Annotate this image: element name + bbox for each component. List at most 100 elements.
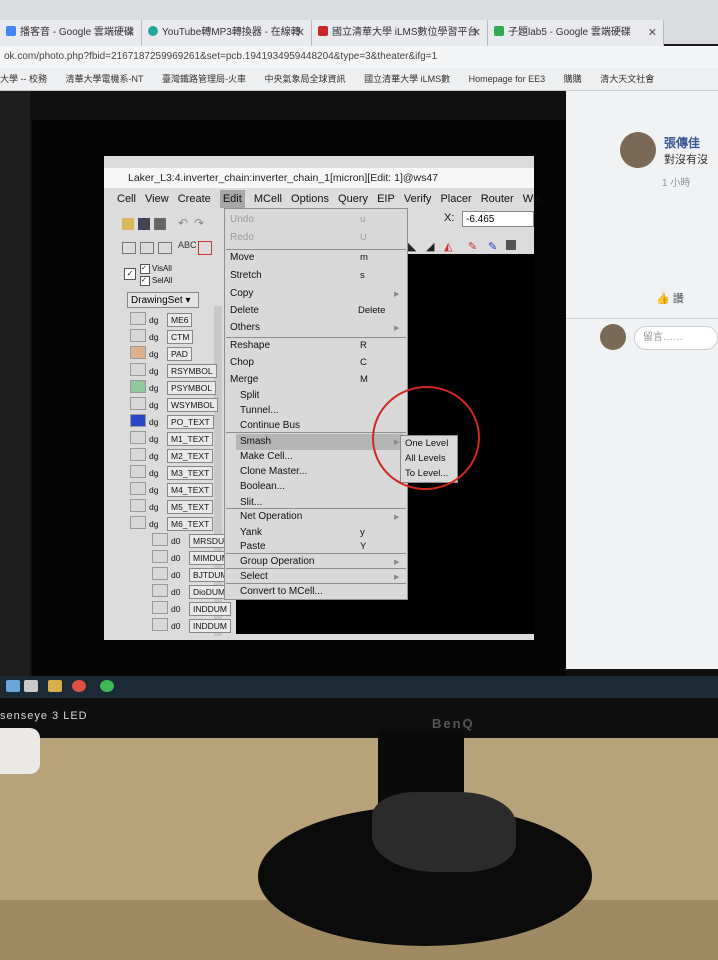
edit-menu-item[interactable]: Clone Master...: [240, 466, 307, 477]
close-tab-icon[interactable]: ✕: [296, 20, 305, 46]
menu-placer[interactable]: Placer: [440, 190, 471, 208]
layer-swatch[interactable]: [130, 448, 146, 461]
bookmark[interactable]: 清華大學電機系-NT: [66, 74, 144, 84]
layer-row[interactable]: d0 INDDUM: [152, 618, 231, 633]
path-icon[interactable]: [158, 242, 172, 254]
ruler-icon[interactable]: ◣: [408, 240, 416, 253]
comment-input[interactable]: 留言……: [634, 326, 718, 350]
edit-menu-item[interactable]: Move: [230, 252, 254, 263]
layer-swatch[interactable]: [152, 550, 168, 563]
post-time[interactable]: 1 小時: [662, 174, 690, 189]
layer-row[interactable]: dg M3_TEXT: [130, 465, 214, 480]
edit-menu-item[interactable]: Tunnel...: [240, 405, 279, 416]
layer-swatch[interactable]: [152, 533, 168, 546]
print-icon[interactable]: [154, 218, 166, 230]
layer-row[interactable]: dg M6_TEXT: [130, 516, 214, 531]
menu-verify[interactable]: Verify: [404, 190, 432, 208]
layer-row[interactable]: dg ME6: [130, 312, 193, 327]
edit-menu-item[interactable]: Boolean...: [240, 481, 285, 492]
menu-cell[interactable]: Cell: [117, 190, 136, 208]
layer-row[interactable]: dg RSYMBOL: [130, 363, 217, 378]
menu-edit[interactable]: Edit: [219, 190, 245, 208]
layer-swatch[interactable]: [130, 346, 146, 359]
close-tab-icon[interactable]: ✕: [648, 20, 657, 46]
layer-row[interactable]: dg PO_TEXT: [130, 414, 214, 429]
edit-menu-item[interactable]: Redo: [230, 232, 254, 243]
mirror-icon[interactable]: ◭: [444, 240, 452, 253]
open-icon[interactable]: [122, 218, 134, 230]
layer-swatch[interactable]: [130, 431, 146, 444]
layer-swatch[interactable]: [130, 482, 146, 495]
edit-menu-item[interactable]: Copy: [230, 288, 253, 299]
instance-icon[interactable]: [198, 241, 212, 255]
poster-avatar[interactable]: [620, 132, 656, 168]
polygon-icon[interactable]: [140, 242, 154, 254]
layer-row[interactable]: d0 INDDUM: [152, 601, 231, 616]
layer-row[interactable]: dg CTM: [130, 329, 194, 344]
layer-swatch[interactable]: [152, 567, 168, 580]
menu-router[interactable]: Router: [481, 190, 514, 208]
layer-swatch[interactable]: [130, 363, 146, 376]
layer-swatch[interactable]: [130, 397, 146, 410]
edit-menu-item[interactable]: Slit...: [240, 497, 262, 508]
layer-row[interactable]: d0 MRSDUM: [152, 533, 236, 548]
menu-query[interactable]: Query: [338, 190, 368, 208]
layer-swatch[interactable]: [152, 584, 168, 597]
edit-menu-item[interactable]: Delete: [230, 305, 259, 316]
chrome-icon[interactable]: [72, 680, 86, 692]
address-bar[interactable]: ok.com/photo.php?fbid=2167187259969261&s…: [0, 46, 718, 68]
bookmark[interactable]: 大學 -- 校務: [0, 74, 47, 84]
menu-win[interactable]: Win: [523, 190, 542, 208]
like-button[interactable]: 👍 讚: [656, 290, 684, 306]
redo-icon[interactable]: ↷: [194, 216, 204, 230]
edit-menu-item[interactable]: Make Cell...: [240, 451, 293, 462]
bookmark[interactable]: 國立清華大學 iLMS數: [364, 74, 450, 84]
browser-tab[interactable]: 國立清華大學 iLMS數位學習平台 ✕: [312, 20, 488, 46]
checkbox-icon[interactable]: ✓: [140, 276, 150, 286]
bookmark[interactable]: 清大天文社會: [600, 74, 654, 84]
poster-name[interactable]: 張傳佳: [664, 134, 700, 151]
highlight-icon[interactable]: ✎: [488, 240, 497, 253]
bookmark[interactable]: 中央氣象局全球資訊: [265, 74, 346, 84]
menu-view[interactable]: View: [145, 190, 169, 208]
edit-menu-item[interactable]: Convert to MCell...: [240, 586, 323, 597]
layer-row[interactable]: d0 BJTDUM: [152, 567, 232, 582]
layer-row[interactable]: dg M5_TEXT: [130, 499, 214, 514]
checkbox-icon[interactable]: ✓: [140, 264, 150, 274]
visall-checkbox[interactable]: ✓: [124, 268, 136, 280]
edit-menu-item[interactable]: Chop: [230, 357, 254, 368]
new-tab-button[interactable]: [674, 20, 704, 44]
bookmark[interactable]: Homepage for EE3: [469, 74, 546, 84]
layer-swatch[interactable]: [130, 499, 146, 512]
browser-tab[interactable]: 播客音 - Google 雲端硬碟 ✕: [0, 20, 142, 46]
edit-menu-item[interactable]: Continue Bus: [240, 420, 300, 431]
save-icon[interactable]: [138, 218, 150, 230]
layer-row[interactable]: dg M4_TEXT: [130, 482, 214, 497]
layer-row[interactable]: dg PSYMBOL: [130, 380, 217, 395]
menu-eip[interactable]: EIP: [377, 190, 395, 208]
rectangle-icon[interactable]: [122, 242, 136, 254]
layer-row[interactable]: d0 DioDUM: [152, 584, 230, 599]
layer-swatch[interactable]: [152, 618, 168, 631]
start-icon[interactable]: [6, 680, 20, 692]
edit-menu-item[interactable]: Merge: [230, 374, 258, 385]
layer-row[interactable]: dg WSYMBOL: [130, 397, 219, 412]
layer-swatch[interactable]: [130, 516, 146, 529]
layer-swatch[interactable]: [130, 312, 146, 325]
edit-menu-item[interactable]: Reshape: [230, 340, 270, 351]
layer-row[interactable]: dg M1_TEXT: [130, 431, 214, 446]
text-abc-icon[interactable]: ABC: [178, 240, 197, 250]
edit-menu-item[interactable]: Undo: [230, 214, 254, 225]
edit-menu-item[interactable]: Net Operation: [240, 511, 302, 522]
pencil-icon[interactable]: ✎: [468, 240, 477, 253]
close-tab-icon[interactable]: ✕: [126, 20, 135, 46]
layer-swatch[interactable]: [130, 380, 146, 393]
browser-tab[interactable]: 子題lab5 - Google 雲端硬碟 ✕: [488, 20, 664, 46]
edit-menu-item[interactable]: Stretch: [230, 270, 262, 281]
bookmark[interactable]: 購購: [564, 74, 582, 84]
menu-mcell[interactable]: MCell: [254, 190, 282, 208]
drawingset-dropdown[interactable]: DrawingSet ▾: [127, 292, 199, 308]
edit-menu-item[interactable]: Yank: [240, 527, 262, 538]
flip-icon[interactable]: ◢: [426, 240, 434, 253]
line-icon[interactable]: [100, 680, 114, 692]
